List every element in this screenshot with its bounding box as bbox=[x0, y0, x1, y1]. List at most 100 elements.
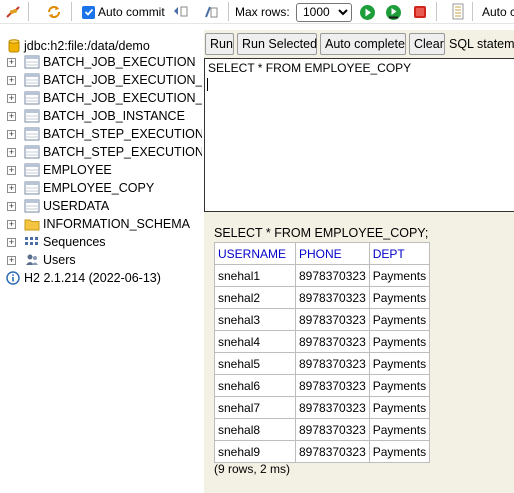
table-icon bbox=[24, 127, 40, 141]
cell-phone: 8978370323 bbox=[295, 396, 370, 419]
cell-phone: 8978370323 bbox=[295, 374, 370, 397]
table-name: EMPLOYEE_COPY bbox=[43, 181, 155, 195]
cell-dept: Payments bbox=[368, 352, 431, 375]
run-icon bbox=[360, 4, 375, 20]
database-icon bbox=[8, 39, 20, 53]
table-row: snehal1 8978370323 Payments bbox=[214, 264, 431, 287]
run-selected-toolbar-button[interactable] bbox=[385, 0, 402, 24]
cell-dept: Payments bbox=[368, 286, 431, 309]
expand-icon[interactable]: + bbox=[7, 255, 16, 265]
cell-username: snehal6 bbox=[214, 374, 296, 397]
cell-username: snehal3 bbox=[214, 308, 296, 331]
expand-icon[interactable]: + bbox=[7, 93, 16, 103]
expand-icon[interactable]: + bbox=[7, 111, 16, 121]
cell-phone: 8978370323 bbox=[295, 440, 370, 463]
cell-phone: 8978370323 bbox=[295, 418, 370, 441]
run-selected-button[interactable]: Run Selected bbox=[237, 33, 317, 55]
max-rows-label: Max rows: bbox=[235, 5, 290, 19]
max-rows-select[interactable]: 1000 bbox=[296, 2, 352, 22]
expand-icon[interactable]: + bbox=[7, 183, 16, 193]
table-icon bbox=[24, 73, 40, 87]
expand-icon[interactable]: + bbox=[7, 165, 16, 175]
tree-table-item[interactable]: + BATCH_JOB_EXECUTION_C bbox=[0, 71, 202, 89]
table-name: BATCH_JOB_INSTANCE bbox=[43, 109, 185, 123]
column-header-username[interactable]: USERNAME bbox=[214, 242, 296, 265]
table-header-row: USERNAME PHONE DEPT bbox=[214, 242, 431, 265]
schema-name: INFORMATION_SCHEMA bbox=[43, 217, 190, 231]
run-button[interactable]: Run bbox=[205, 33, 234, 55]
table-row: snehal7 8978370323 Payments bbox=[214, 396, 431, 419]
cell-username: snehal2 bbox=[214, 286, 296, 309]
table-row: snehal5 8978370323 Payments bbox=[214, 352, 431, 375]
expand-icon[interactable]: + bbox=[7, 147, 16, 157]
expand-icon[interactable]: + bbox=[7, 57, 16, 67]
cell-dept: Payments bbox=[368, 264, 431, 287]
table-icon bbox=[24, 91, 40, 105]
cell-phone: 8978370323 bbox=[295, 352, 370, 375]
rollback-icon bbox=[174, 6, 188, 17]
table-row: snehal9 8978370323 Payments bbox=[214, 440, 431, 463]
table-row: snehal2 8978370323 Payments bbox=[214, 286, 431, 309]
cell-username: snehal1 bbox=[214, 264, 296, 287]
tree-table-item[interactable]: + BATCH_JOB_INSTANCE bbox=[0, 107, 202, 125]
commit-button[interactable] bbox=[202, 0, 220, 24]
table-name: BATCH_JOB_EXECUTION_P bbox=[43, 91, 202, 105]
sequences-label: Sequences bbox=[43, 235, 106, 249]
table-icon bbox=[24, 199, 40, 213]
toolbar: Auto commit Max rows: 1000 Auto c bbox=[0, 0, 514, 24]
toolbar-separator bbox=[472, 2, 473, 21]
refresh-icon bbox=[48, 6, 60, 18]
toolbar-separator bbox=[71, 2, 72, 21]
disconnect-icon bbox=[6, 6, 20, 18]
cell-phone: 8978370323 bbox=[295, 264, 370, 287]
table-row: snehal6 8978370323 Payments bbox=[214, 374, 431, 397]
cell-phone: 8978370323 bbox=[295, 286, 370, 309]
expand-icon[interactable]: + bbox=[7, 237, 16, 247]
tree-table-item[interactable]: + BATCH_STEP_EXECUTION bbox=[0, 125, 202, 143]
text-caret bbox=[207, 78, 208, 91]
clear-button[interactable]: Clear bbox=[409, 33, 445, 55]
history-button[interactable] bbox=[450, 0, 466, 24]
cell-username: snehal8 bbox=[214, 418, 296, 441]
sql-editor[interactable]: SELECT * FROM EMPLOYEE_COPY bbox=[204, 58, 514, 212]
info-icon bbox=[6, 271, 20, 285]
disconnect-button[interactable] bbox=[4, 0, 22, 24]
connection-label: jdbc:h2:file:/data/demo bbox=[24, 39, 150, 53]
table-icon bbox=[24, 163, 40, 177]
tree-users-item[interactable]: + Users bbox=[0, 251, 202, 269]
expand-icon[interactable]: + bbox=[7, 75, 16, 85]
refresh-button[interactable] bbox=[45, 0, 63, 24]
column-header-phone[interactable]: PHONE bbox=[295, 242, 370, 265]
commit-icon bbox=[205, 6, 218, 18]
run-toolbar-button[interactable] bbox=[359, 0, 376, 24]
auto-complete-button[interactable]: Auto complete bbox=[320, 33, 406, 55]
expand-icon[interactable]: + bbox=[7, 219, 16, 229]
tree-table-item[interactable]: + EMPLOYEE bbox=[0, 161, 202, 179]
table-name: BATCH_STEP_EXECUTION_ bbox=[43, 145, 202, 159]
cell-dept: Payments bbox=[368, 440, 431, 463]
auto-complete-toggle-label[interactable]: Auto c bbox=[482, 0, 514, 24]
tree-table-item[interactable]: + BATCH_JOB_EXECUTION bbox=[0, 53, 202, 71]
toolbar-separator bbox=[436, 2, 437, 21]
expand-icon[interactable]: + bbox=[7, 129, 16, 139]
tree-sequences-item[interactable]: + Sequences bbox=[0, 233, 202, 251]
expand-icon[interactable]: + bbox=[7, 201, 16, 211]
tree-table-item[interactable]: + BATCH_JOB_EXECUTION_P bbox=[0, 89, 202, 107]
table-name: BATCH_JOB_EXECUTION_C bbox=[43, 73, 202, 87]
cell-username: snehal9 bbox=[214, 440, 296, 463]
tree-table-item[interactable]: + BATCH_STEP_EXECUTION_ bbox=[0, 143, 202, 161]
result-table: USERNAME PHONE DEPT snehal1 8978370323 P… bbox=[214, 242, 431, 463]
sequences-icon bbox=[25, 237, 38, 245]
table-name: USERDATA bbox=[43, 199, 110, 213]
auto-commit-checkbox[interactable] bbox=[82, 0, 95, 24]
tree-schema-item[interactable]: + INFORMATION_SCHEMA bbox=[0, 215, 202, 233]
stop-button[interactable] bbox=[412, 0, 428, 24]
rollback-button[interactable] bbox=[172, 0, 190, 24]
tree-table-item[interactable]: + EMPLOYEE_COPY bbox=[0, 179, 202, 197]
cell-username: snehal7 bbox=[214, 396, 296, 419]
toolbar-separator bbox=[228, 2, 229, 21]
folder-icon bbox=[24, 219, 40, 231]
checkbox-checked-icon bbox=[82, 5, 95, 19]
column-header-dept[interactable]: DEPT bbox=[368, 242, 431, 265]
tree-table-item[interactable]: + USERDATA bbox=[0, 197, 202, 215]
